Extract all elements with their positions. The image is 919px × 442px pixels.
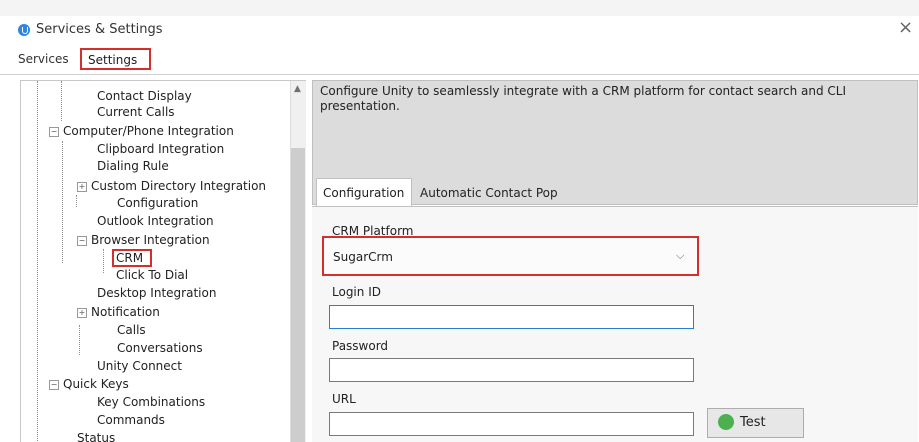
- collapse-icon[interactable]: −: [49, 127, 59, 137]
- url-label: URL: [332, 392, 356, 406]
- tree-item-dialing-rule[interactable]: Dialing Rule: [97, 159, 169, 173]
- expand-icon[interactable]: +: [77, 308, 87, 318]
- unity-app-icon: [18, 24, 30, 36]
- tab-automatic-contact-pop[interactable]: Automatic Contact Pop: [420, 186, 558, 200]
- test-connection-icon: [718, 414, 734, 430]
- tree-item-click-to-dial[interactable]: Click To Dial: [116, 268, 188, 282]
- tree-guide-line: [103, 249, 104, 273]
- tabs-divider: [0, 74, 919, 75]
- tree-guide-line: [79, 325, 80, 355]
- window-top-strip: [0, 0, 919, 16]
- scroll-up-icon[interactable]: ▲: [294, 84, 301, 94]
- tree-item-key-combinations[interactable]: Key Combinations: [97, 395, 205, 409]
- password-label: Password: [332, 339, 389, 353]
- tree-item-custom-directory-integration[interactable]: Custom Directory Integration: [91, 179, 266, 193]
- tree-item-browser-integration[interactable]: Browser Integration: [91, 233, 210, 247]
- tree-guide-line: [61, 81, 62, 121]
- description-text: Configure Unity to seamlessly integrate …: [320, 84, 846, 113]
- tree-item-current-calls[interactable]: Current Calls: [97, 105, 175, 119]
- password-field[interactable]: [329, 358, 694, 382]
- tab-services[interactable]: Services: [18, 52, 69, 66]
- tree-item-contact-display[interactable]: Contact Display: [97, 89, 192, 103]
- close-icon[interactable]: ×: [898, 17, 913, 38]
- tree-item-clipboard-integration[interactable]: Clipboard Integration: [97, 142, 224, 156]
- tree-item-status[interactable]: Status: [77, 431, 115, 442]
- login-id-field[interactable]: [329, 305, 694, 329]
- tab-settings[interactable]: Settings: [80, 48, 151, 70]
- tree-guide-line: [62, 141, 63, 263]
- crm-highlight-box: [112, 249, 152, 267]
- tree-item-notification[interactable]: Notification: [91, 305, 160, 319]
- tree-item-computer-phone-integration[interactable]: Computer/Phone Integration: [63, 124, 234, 138]
- collapse-icon[interactable]: −: [77, 236, 87, 246]
- tree-item-unity-connect[interactable]: Unity Connect: [97, 359, 182, 373]
- tree-item-quick-keys[interactable]: Quick Keys: [63, 377, 129, 391]
- collapse-icon[interactable]: −: [49, 380, 59, 390]
- tree-item-calls[interactable]: Calls: [117, 323, 146, 337]
- tree-item-configuration[interactable]: Configuration: [117, 196, 198, 210]
- tree-item-commands[interactable]: Commands: [97, 413, 165, 427]
- tree-guide-line: [76, 195, 77, 207]
- tree-guide-line: [37, 81, 38, 442]
- login-id-label: Login ID: [332, 285, 381, 299]
- crm-platform-value: SugarCrm: [333, 250, 393, 264]
- tree-item-conversations[interactable]: Conversations: [117, 341, 203, 355]
- expand-icon[interactable]: +: [77, 182, 87, 192]
- tab-configuration[interactable]: Configuration: [316, 178, 412, 206]
- settings-tree: Contact Display Current Calls − Computer…: [20, 80, 306, 442]
- chevron-down-icon[interactable]: ⌵: [676, 249, 684, 263]
- tree-scrollbar-thumb[interactable]: [291, 148, 305, 442]
- tree-item-desktop-integration[interactable]: Desktop Integration: [97, 286, 216, 300]
- test-button-label: Test: [740, 415, 766, 430]
- url-field[interactable]: [329, 412, 694, 436]
- window-title: Services & Settings: [36, 22, 163, 37]
- tree-item-outlook-integration[interactable]: Outlook Integration: [97, 214, 214, 228]
